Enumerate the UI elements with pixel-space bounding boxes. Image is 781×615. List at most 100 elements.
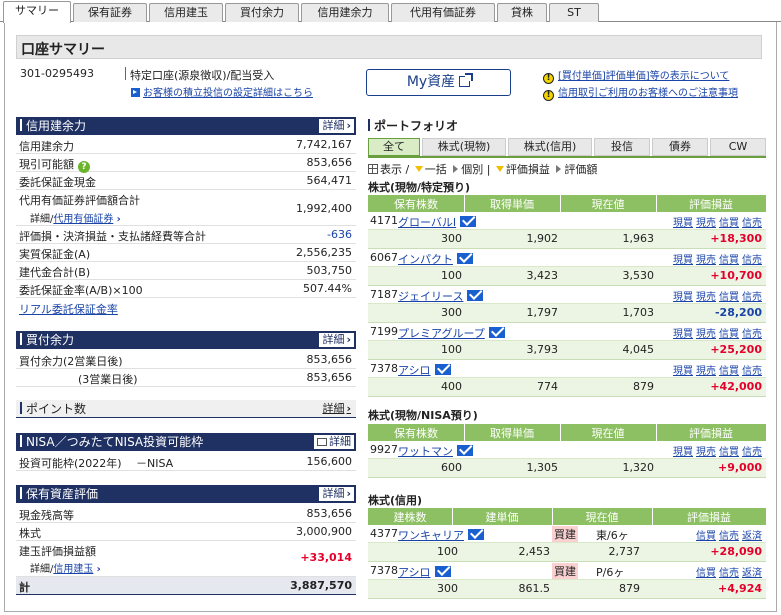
cost-price: 774 [537,380,558,393]
trade-link[interactable]: 信買 [719,329,739,340]
tab-st[interactable]: ST [549,3,599,22]
stock-name-link[interactable]: ジェイリース [398,290,463,303]
trade-link[interactable]: 信売 [742,366,762,377]
trade-link[interactable]: 返済 [742,568,762,579]
trade-link[interactable]: 現売 [696,366,716,377]
trade-link[interactable]: 返済 [742,531,762,542]
trade-link[interactable]: 信買 [696,568,716,579]
trade-link[interactable]: 現売 [696,292,716,303]
trade-link[interactable]: 現買 [673,218,693,229]
stock-name-link[interactable]: アシロ [398,566,431,579]
arrow-square-icon [131,88,140,97]
stock-name-link[interactable]: アシロ [398,364,431,377]
triangle-down-icon [414,166,423,172]
purchase-row: (3営業日後) 853,656 [16,369,356,387]
ptab-cw[interactable]: CW [710,138,766,156]
triangle-right-icon [453,165,459,173]
trade-link[interactable]: 信買 [719,366,739,377]
trade-link[interactable]: 信売 [719,531,739,542]
margin-row: 建代金合計(B) 503,750 [16,262,356,280]
trade-link[interactable]: 現売 [696,329,716,340]
tab-holdings[interactable]: 保有証券 [73,3,147,22]
trade-link[interactable]: 現売 [696,447,716,458]
nisa-detail-button[interactable]: 詳細 [314,435,354,449]
stock-name-link[interactable]: ワンキャリア [398,529,464,542]
account-type: 特定口座(源泉徴収)/配当受入 [130,69,275,82]
position-value-row: 100 2,453 2,737 +28,090 [368,543,766,562]
trade-link[interactable]: 現買 [673,329,693,340]
trade-link[interactable]: 信売 [742,329,762,340]
tab-summary[interactable]: サマリー [3,1,71,23]
stock-name-row: 4171 グローバルI 現買 現売 信買 信売 [368,212,766,230]
ptab-spot[interactable]: 株式(現物) [422,138,506,156]
real-margin-ratio-link[interactable]: リアル委託保証金率 [19,301,118,317]
trade-link[interactable]: 信売 [742,255,762,266]
ptab-all[interactable]: 全て [368,138,420,156]
trade-link[interactable]: 現買 [673,447,693,458]
trade-link[interactable]: 信買 [719,255,739,266]
points-detail-button[interactable]: 詳細 › [319,402,354,416]
mail-icon[interactable] [460,216,477,227]
trade-link[interactable]: 現買 [673,255,693,266]
trade-link[interactable]: 信売 [719,568,739,579]
tab-margin-positions[interactable]: 信用建玉 [149,3,223,22]
stock-name-link[interactable]: ワットマン [398,445,453,458]
profit-loss: +18,300 [710,232,762,245]
margin-row: 委託保証金現金 564,471 [16,172,356,190]
warning-icon: ! [543,90,554,101]
single-toggle[interactable]: 個別 [461,163,483,176]
trade-link[interactable]: 信買 [719,292,739,303]
notice-link-2[interactable]: 信用取引ご利用のお客様へのご注意事項 [558,88,738,99]
trade-actions: 信買 信売 返済 [693,564,762,579]
margin-positions-link[interactable]: 信用建玉 [53,564,93,575]
stock-name-link[interactable]: インパクト [398,253,453,266]
trade-link[interactable]: 現売 [696,255,716,266]
trade-link[interactable]: 信買 [719,218,739,229]
trade-link[interactable]: 信買 [696,531,716,542]
spot-specific-title: 株式(現物/特定預り) [368,181,471,194]
margin-detail-button[interactable]: 詳細 › [319,119,354,133]
purchase-detail-button[interactable]: 詳細 › [319,333,354,347]
trade-link[interactable]: 現売 [696,218,716,229]
mail-icon[interactable] [457,445,473,456]
stock-name-link[interactable]: グローバルI [398,216,456,229]
settings-link[interactable]: お客様の積立投信の設定詳細はこちら [143,88,313,99]
holding-qty: 300 [441,232,462,245]
stock-name-row: 9927 ワットマン 現買 現売 信買 信売 [368,441,766,459]
collateral-link[interactable]: 代用有価証券 [53,214,113,225]
notice-2: ! 信用取引ご利用のお客様へのご注意事項 [543,84,738,101]
warning-icon: ! [543,73,554,84]
mail-icon[interactable] [488,327,505,338]
trade-link[interactable]: 現買 [673,366,693,377]
mail-icon[interactable] [434,566,451,577]
stock-name-link[interactable]: プレミアグループ [398,327,485,340]
trade-link[interactable]: 現買 [673,292,693,303]
ptab-margin[interactable]: 株式(信用) [508,138,592,156]
tab-margin-power[interactable]: 信用建余力 [301,3,389,22]
holdings-detail-button[interactable]: 詳細 › [319,487,354,501]
grid-icon [368,164,378,174]
tab-stock-lending[interactable]: 貸株 [497,3,547,22]
trade-link[interactable]: 信売 [742,447,762,458]
amount-toggle[interactable]: 評価額 [564,163,597,176]
current-price: 4,045 [622,343,655,356]
trade-link[interactable]: 信買 [719,447,739,458]
profit-loss: +42,000 [710,380,762,393]
external-link-icon [459,73,474,87]
tab-buying-power[interactable]: 買付余力 [225,3,299,22]
mail-icon[interactable] [434,364,451,375]
ptab-bonds[interactable]: 債券 [652,138,708,156]
mail-icon[interactable] [468,529,484,540]
holding-qty: 400 [441,380,462,393]
trade-link[interactable]: 信売 [742,218,762,229]
pl-toggle[interactable]: 評価損益 [506,163,550,176]
my-asset-button[interactable]: My資産 [366,69,511,96]
notice-link-1[interactable]: [買付単価]評価単価]等の表示について [558,71,729,82]
nisa-row: 投資可能枠(2022年) －NISA 156,600 [16,453,356,471]
ptab-funds[interactable]: 投信 [594,138,650,156]
tab-collateral[interactable]: 代用有価証券 [391,3,495,22]
batch-toggle[interactable]: 一括 [425,163,447,176]
mail-icon[interactable] [467,290,484,301]
trade-link[interactable]: 信売 [742,292,762,303]
mail-icon[interactable] [457,253,473,264]
